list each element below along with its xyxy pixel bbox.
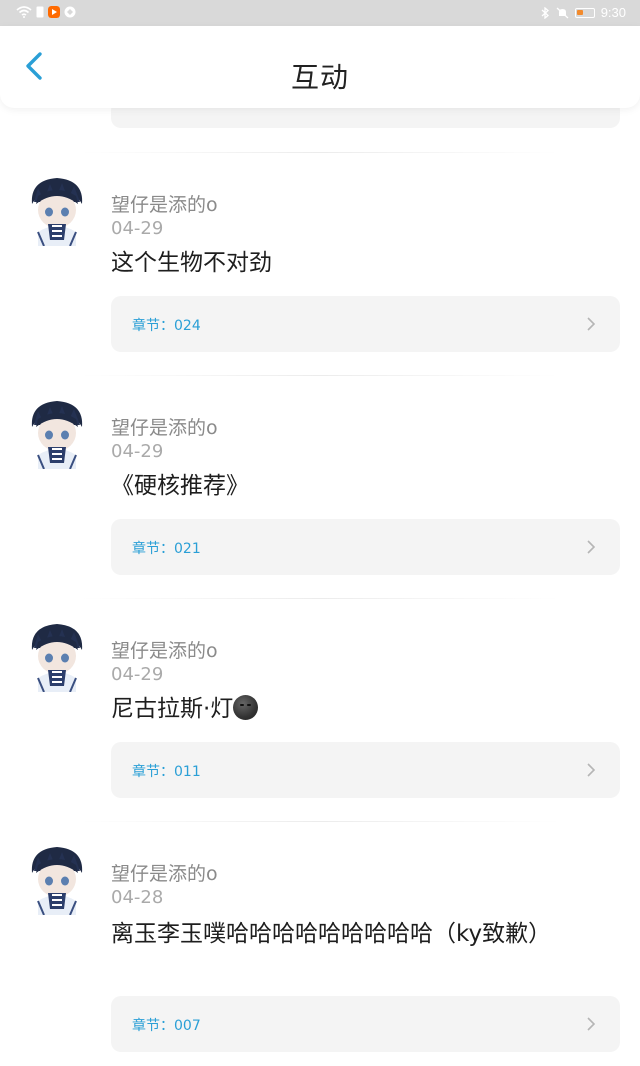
comment-text: 这个生物不对劲 [111,250,272,276]
chapter-label: 章节：011 [132,764,201,780]
divider [80,375,560,376]
avatar-image [24,843,90,915]
chapter-link[interactable]: 章节：024 [111,296,620,352]
username[interactable]: 望仔是添的o [111,190,218,217]
username[interactable]: 望仔是添的o [111,636,218,663]
divider [80,598,560,599]
chevron-right-icon [587,763,596,777]
chevron-right-icon [587,317,596,331]
divider [80,821,560,822]
divider [80,152,560,153]
post-date: 04-28 [111,887,164,908]
battery-icon [574,7,595,18]
avatar[interactable] [24,843,90,915]
status-left [16,6,76,18]
chapter-link[interactable]: 章节：021 [111,519,620,575]
comment-text: 尼古拉斯·灯 [111,694,611,725]
status-time: 9:30 [600,5,626,20]
avatar-image [24,174,90,246]
chevron-right-icon [587,1017,596,1031]
bluetooth-icon [541,6,549,19]
avatar[interactable] [24,174,90,246]
post-date: 04-29 [111,218,164,239]
status-right: 9:30 [540,5,626,20]
chapter-link[interactable]: 章节：011 [111,742,620,798]
mute-bell-icon [556,7,569,18]
dark-moon-face-emoji-icon [233,695,259,720]
chevron-right-icon [587,540,596,554]
avatar[interactable] [24,620,90,692]
wifi-icon [16,6,32,18]
comment-text-body: 尼古拉斯·灯 [111,696,234,722]
avatar-image [24,620,90,692]
page-header: 互动 [0,26,640,108]
chapter-label: 章节：024 [132,318,201,334]
chapter-link[interactable]: 章节：007 [111,996,620,1052]
avatar-image [24,397,90,469]
chapter-label: 章节：007 [132,1018,201,1034]
comment-text: 离玉李玉噗哈哈哈哈哈哈哈哈哈（ky致歉） [111,921,552,947]
post-date: 04-29 [111,441,164,462]
browser-app-icon [64,6,76,18]
page-title: 互动 [290,61,349,94]
status-bar: 9:30 [0,0,640,26]
avatar[interactable] [24,397,90,469]
sim-icon [36,6,44,18]
comment-text: 《硬核推荐》 [111,473,249,499]
video-app-icon [48,6,60,18]
username[interactable]: 望仔是添的o [111,859,218,886]
post-date: 04-29 [111,664,164,685]
chapter-label: 章节：021 [132,541,201,557]
username[interactable]: 望仔是添的o [111,413,218,440]
